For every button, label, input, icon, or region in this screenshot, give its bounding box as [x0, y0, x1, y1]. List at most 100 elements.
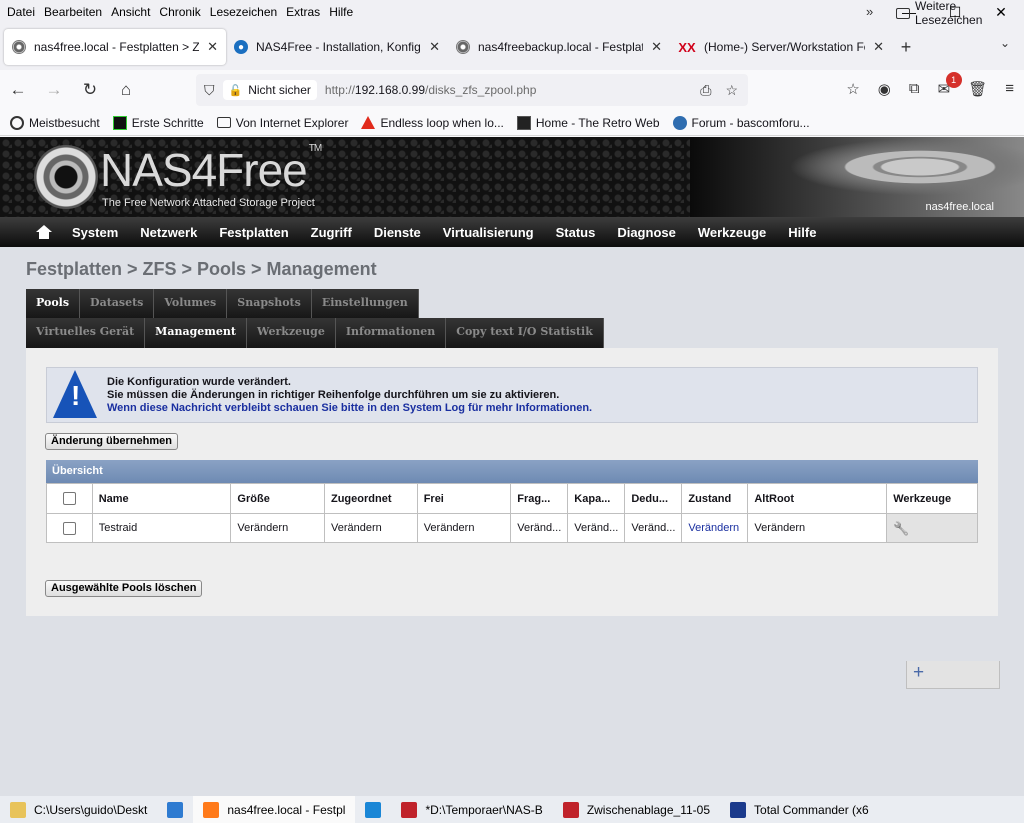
home-icon[interactable]	[36, 225, 52, 239]
b-icon	[672, 115, 687, 130]
pocket-icon[interactable]: ☆	[846, 80, 859, 98]
new-tab-icon[interactable]: +	[892, 37, 920, 58]
pools-table: Übersicht Name Größe Zugeordnet Frei Frag...…	[46, 460, 1000, 689]
tab-informationen[interactable]: Informationen	[335, 318, 447, 348]
more-bookmarks-icon[interactable]: »	[866, 4, 873, 19]
not-secure-indicator[interactable]: 🔓 Nicht sicher	[222, 80, 317, 100]
delete-selected-pools-button[interactable]: Ausgewählte Pools löschen	[45, 580, 203, 597]
tab-snapshots[interactable]: Snapshots	[227, 289, 312, 319]
reload-icon[interactable]: ↻	[72, 80, 108, 100]
taskbar-item-7[interactable]: Total Commander (x6	[720, 796, 879, 823]
nav-zugriff[interactable]: Zugriff	[311, 225, 352, 240]
cell-zustand[interactable]: Verändern	[681, 513, 749, 543]
list-all-tabs-icon[interactable]: ⌄	[1000, 36, 1010, 50]
taskbar-item-4[interactable]	[355, 796, 391, 823]
app-icon	[167, 801, 184, 818]
url-bar[interactable]: ⛉ 🔓 Nicht sicher http://192.168.0.99/dis…	[196, 74, 748, 106]
warning-icon: !	[53, 370, 97, 418]
tab-einstellungen[interactable]: Einstellungen	[311, 289, 419, 319]
bookmark-home-the-retro-web[interactable]: Home - The Retro Web	[516, 115, 660, 130]
tab-1[interactable]: nas4free.local - Festplatten > ZFS ✕	[4, 29, 226, 65]
other-bookmarks[interactable]: Weitere Lesezeichen	[896, 0, 1024, 27]
menu-bearbeiten[interactable]: Bearbeiten	[41, 5, 108, 19]
trash-icon[interactable]: 🗑	[968, 80, 987, 98]
tab-volumes[interactable]: Volumes	[154, 289, 228, 319]
nav-virtualisierung[interactable]: Virtualisierung	[443, 225, 534, 240]
menu-icon[interactable]: ≡	[1005, 80, 1014, 98]
select-cell	[46, 513, 93, 543]
extensions-icon[interactable]: ⧉	[909, 80, 920, 98]
close-tab-icon[interactable]: ✕	[651, 39, 662, 55]
tab-2[interactable]: ● NAS4Free - Installation, Konfiguration ✕	[226, 29, 448, 65]
taskbar-item-1[interactable]: C:\Users\guido\Deskt	[0, 796, 157, 823]
tab-management[interactable]: Management	[145, 318, 248, 348]
bookmark-meistbesucht[interactable]: Meistbesucht	[10, 115, 100, 130]
nav-netzwerk[interactable]: Netzwerk	[140, 225, 197, 240]
bookmark-endless-loop-when-lo[interactable]: Endless loop when lo...	[361, 116, 504, 130]
app-icon	[730, 801, 747, 818]
bookmark-star-icon[interactable]: ☆	[725, 82, 738, 99]
bookmark-label: Meistbesucht	[29, 115, 100, 130]
close-tab-icon[interactable]: ✕	[873, 39, 884, 55]
taskbar-item-2[interactable]	[157, 796, 193, 823]
taskbar-label: *D:\Temporaer\NAS-B	[425, 802, 543, 817]
nav-status[interactable]: Status	[556, 225, 596, 240]
url-text[interactable]: http://192.168.0.99/disks_zfs_zpool.php	[325, 83, 692, 97]
nas4free-logo-icon	[34, 145, 98, 209]
bookmark-von-internet-explorer[interactable]: Von Internet Explorer	[216, 116, 348, 130]
close-tab-icon[interactable]: ✕	[429, 39, 440, 55]
taskbar-item-5[interactable]: *D:\Temporaer\NAS-B	[391, 796, 552, 823]
bookmark-forum-bascomforu[interactable]: Forum - bascomforu...	[672, 115, 810, 130]
bookmark-erste-schritte[interactable]: Erste Schritte	[112, 115, 204, 130]
info-line-2: Sie müssen die Änderungen in richtiger R…	[107, 389, 560, 401]
cell-dedu: Veränd...	[624, 513, 683, 543]
taskbar-item-6[interactable]: Zwischenablage_11-05	[553, 796, 720, 823]
back-icon[interactable]: ←	[0, 80, 36, 100]
account-icon[interactable]: ◉	[878, 80, 891, 98]
flag-icon	[112, 115, 127, 130]
row-checkbox[interactable]	[62, 521, 76, 535]
app-icon	[562, 801, 579, 818]
pool-name: Testraid	[91, 513, 232, 543]
nav-hilfe[interactable]: Hilfe	[788, 225, 816, 240]
tab-virtuelles-gerät[interactable]: Virtuelles Gerät	[26, 318, 146, 348]
forward-icon[interactable]: →	[36, 80, 72, 100]
menu-hilfe[interactable]: Hilfe	[326, 5, 359, 19]
menu-chronik[interactable]: Chronik	[156, 5, 206, 19]
nav-diagnose[interactable]: Diagnose	[617, 225, 676, 240]
tab-werkzeuge[interactable]: Werkzeuge	[247, 318, 336, 348]
menu-lesezeichen[interactable]: Lesezeichen	[207, 5, 283, 19]
nav-dienste[interactable]: Dienste	[374, 225, 421, 240]
menu-datei[interactable]: Datei	[4, 5, 41, 19]
menu-ansicht[interactable]: Ansicht	[108, 5, 156, 19]
tab-4[interactable]: XX (Home-) Server/Workstation Forum ✕	[670, 29, 892, 65]
folder-icon	[896, 7, 910, 19]
nav-toolbar: ← → ↻ ⌂ ⛉ 🔓 Nicht sicher http://192.168.…	[0, 70, 1024, 110]
other-bookmarks-label: Weitere Lesezeichen	[915, 0, 983, 27]
ublock-icon[interactable]: ✉ 1	[938, 72, 962, 98]
reader-save-icon[interactable]: ⎙	[700, 82, 711, 99]
bear-icon: ●	[234, 40, 248, 54]
tab-3[interactable]: nas4freebackup.local - Festplatten ✕	[448, 29, 670, 65]
tracking-shield-icon[interactable]: ⛉	[204, 82, 215, 99]
taskbar-label: nas4free.local - Festpl	[227, 802, 346, 817]
tab-datasets[interactable]: Datasets	[80, 289, 155, 319]
nav-system[interactable]: System	[72, 225, 118, 240]
nav-festplatten[interactable]: Festplatten	[219, 225, 288, 240]
column-header-dedu: Dedu...	[624, 483, 683, 514]
add-pool-icon[interactable]: +	[906, 661, 1000, 689]
table-row: Testraid Verändern Verändern Verändern Verän…	[46, 513, 978, 543]
column-header-name: Name	[91, 483, 232, 514]
nav-werkzeuge[interactable]: Werkzeuge	[698, 225, 766, 240]
column-header-zustand: Zustand	[681, 483, 749, 514]
tab-copy-text-i-o-statistik[interactable]: Copy text I/O Statistik	[446, 318, 604, 348]
taskbar-item-3[interactable]: nas4free.local - Festpl	[193, 796, 356, 823]
tab-pools[interactable]: Pools	[26, 289, 81, 319]
wrench-icon[interactable]: 🔧	[893, 521, 909, 536]
close-tab-icon[interactable]: ✕	[207, 39, 218, 55]
select-all-checkbox[interactable]	[62, 492, 76, 505]
home-icon[interactable]: ⌂	[108, 80, 144, 100]
apply-changes-button[interactable]: Änderung übernehmen	[45, 433, 179, 450]
tab-title: (Home-) Server/Workstation Forum	[704, 40, 865, 54]
menu-extras[interactable]: Extras	[283, 5, 326, 19]
